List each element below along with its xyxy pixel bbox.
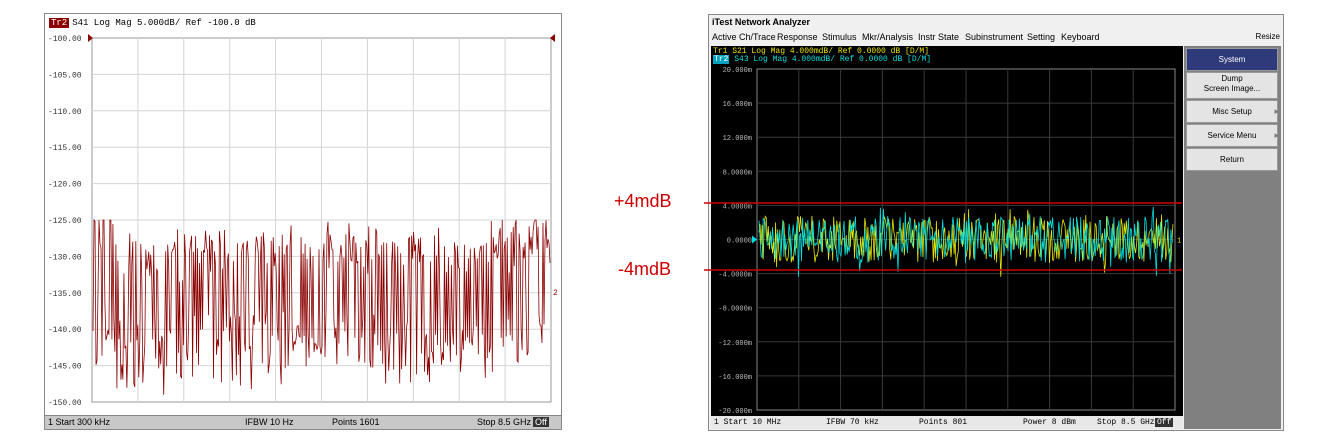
system-softkey[interactable]: System bbox=[1186, 48, 1278, 71]
points-value: Points 1601 bbox=[332, 417, 380, 427]
y-tick-label: 12.000m bbox=[723, 135, 752, 143]
left-status-bar: 1 Start 300 kHz IFBW 10 Hz Points 1601 S… bbox=[45, 415, 561, 429]
resize-button[interactable]: Resize bbox=[1256, 32, 1280, 41]
y-tick-label: -140.00 bbox=[48, 326, 82, 335]
menu-keyboard[interactable]: Keyboard bbox=[1061, 32, 1100, 42]
lower-limit-label: -4mdB bbox=[618, 259, 672, 279]
y-tick-label: 16.000m bbox=[723, 101, 752, 109]
y-tick-label: 0.0000 bbox=[727, 238, 752, 246]
y-tick-label: -105.00 bbox=[48, 71, 82, 80]
y-tick-label: -130.00 bbox=[48, 253, 82, 262]
y-tick-label: -16.000m bbox=[718, 374, 752, 382]
right-plot-screen: Tr1 S21 Log Mag 4.000mdB/ Ref 0.0000 dB … bbox=[711, 46, 1183, 429]
y-tick-label: 4.0000m bbox=[723, 203, 752, 211]
app-title: iTest Network Analyzer bbox=[712, 17, 811, 27]
y-tick-label: -20.000m bbox=[718, 408, 752, 416]
service-menu-softkey[interactable]: Service Menu ▸ bbox=[1186, 124, 1279, 147]
menu-active-ch-trace[interactable]: Active Ch/Trace bbox=[712, 32, 776, 42]
dump-screen-image-softkey[interactable]: Dump Screen Image... bbox=[1186, 72, 1278, 99]
menu-subinstrument[interactable]: Subinstrument bbox=[965, 32, 1023, 42]
left-analyzer-panel: Tr2 S41 Log Mag 5.000dB/ Ref -100.0 dB -1… bbox=[44, 13, 562, 430]
menu-mkr-analysis[interactable]: Mkr/Analysis bbox=[862, 32, 913, 42]
menu-instr-state[interactable]: Instr State bbox=[918, 32, 959, 42]
y-tick-label: -150.00 bbox=[48, 399, 82, 408]
ifbw-value: IFBW 10 Hz bbox=[245, 417, 294, 427]
ifbw-value: IFBW 70 kHz bbox=[826, 418, 879, 427]
network-analyzer-window: iTest Network Analyzer Active Ch/Trace R… bbox=[708, 14, 1284, 431]
menu-response[interactable]: Response bbox=[777, 32, 818, 42]
ref-marker-icon bbox=[752, 235, 757, 244]
service-menu-label: Service Menu bbox=[1207, 131, 1257, 140]
submenu-arrow-icon: ▸ bbox=[1274, 106, 1279, 116]
start-frequency: 1 Start 10 MHz bbox=[714, 418, 782, 427]
y-tick-label: -120.00 bbox=[48, 181, 82, 190]
left-plot: -100.00 -105.00 -110.00 -115.00 -120.00 -125.… bbox=[48, 34, 558, 408]
y-tick-label: 20.000m bbox=[723, 67, 752, 75]
trace-marker-label: 2 bbox=[553, 289, 558, 298]
start-frequency: 1 Start 300 kHz bbox=[48, 417, 111, 427]
misc-setup-label: Misc Setup bbox=[1212, 107, 1252, 116]
menu-setting[interactable]: Setting bbox=[1027, 32, 1055, 42]
y-tick-label: 8.0000m bbox=[723, 169, 752, 177]
stop-frequency: Stop 8.5 GHz bbox=[1097, 418, 1155, 427]
submenu-arrow-icon: ▸ bbox=[1274, 130, 1279, 140]
y-tick-label: -110.00 bbox=[48, 108, 82, 117]
power-value: Power 8 dBm bbox=[1023, 418, 1076, 427]
upper-limit-label: +4mdB bbox=[614, 191, 672, 211]
softkey-panel: System Dump Screen Image... Misc Setup ▸ … bbox=[1184, 46, 1281, 429]
misc-setup-softkey[interactable]: Misc Setup ▸ bbox=[1186, 100, 1279, 123]
y-tick-label: -145.00 bbox=[48, 363, 82, 372]
return-softkey[interactable]: Return bbox=[1186, 148, 1278, 171]
y-tick-label: -4.0000m bbox=[718, 272, 752, 280]
dump-line1: Dump bbox=[1221, 74, 1243, 83]
dump-line2: Screen Image... bbox=[1203, 84, 1261, 93]
off-badge[interactable]: Off bbox=[533, 417, 549, 427]
right-plot: 20.000m 16.000m 12.000m 8.0000m 4.0000m 0.000… bbox=[718, 67, 1181, 416]
y-tick-label: -8.0000m bbox=[718, 306, 752, 314]
y-tick-label: -135.00 bbox=[48, 290, 82, 299]
trace-marker-label: 1 bbox=[1177, 238, 1181, 246]
y-tick-label: -12.000m bbox=[718, 340, 752, 348]
y-tick-label: -100.00 bbox=[48, 35, 82, 44]
stop-frequency: Stop 8.5 GHz bbox=[477, 417, 532, 427]
menu-stimulus[interactable]: Stimulus bbox=[822, 32, 857, 42]
points-value: Points 801 bbox=[919, 418, 968, 427]
off-badge[interactable]: Off bbox=[1155, 418, 1174, 427]
right-status-bar: 1 Start 10 MHz IFBW 70 kHz Points 801 Po… bbox=[711, 416, 1183, 429]
y-tick-label: -125.00 bbox=[48, 217, 82, 226]
y-tick-label: -115.00 bbox=[48, 144, 82, 153]
menu-bar: Active Ch/Trace Response Stimulus Mkr/An… bbox=[709, 30, 1283, 44]
